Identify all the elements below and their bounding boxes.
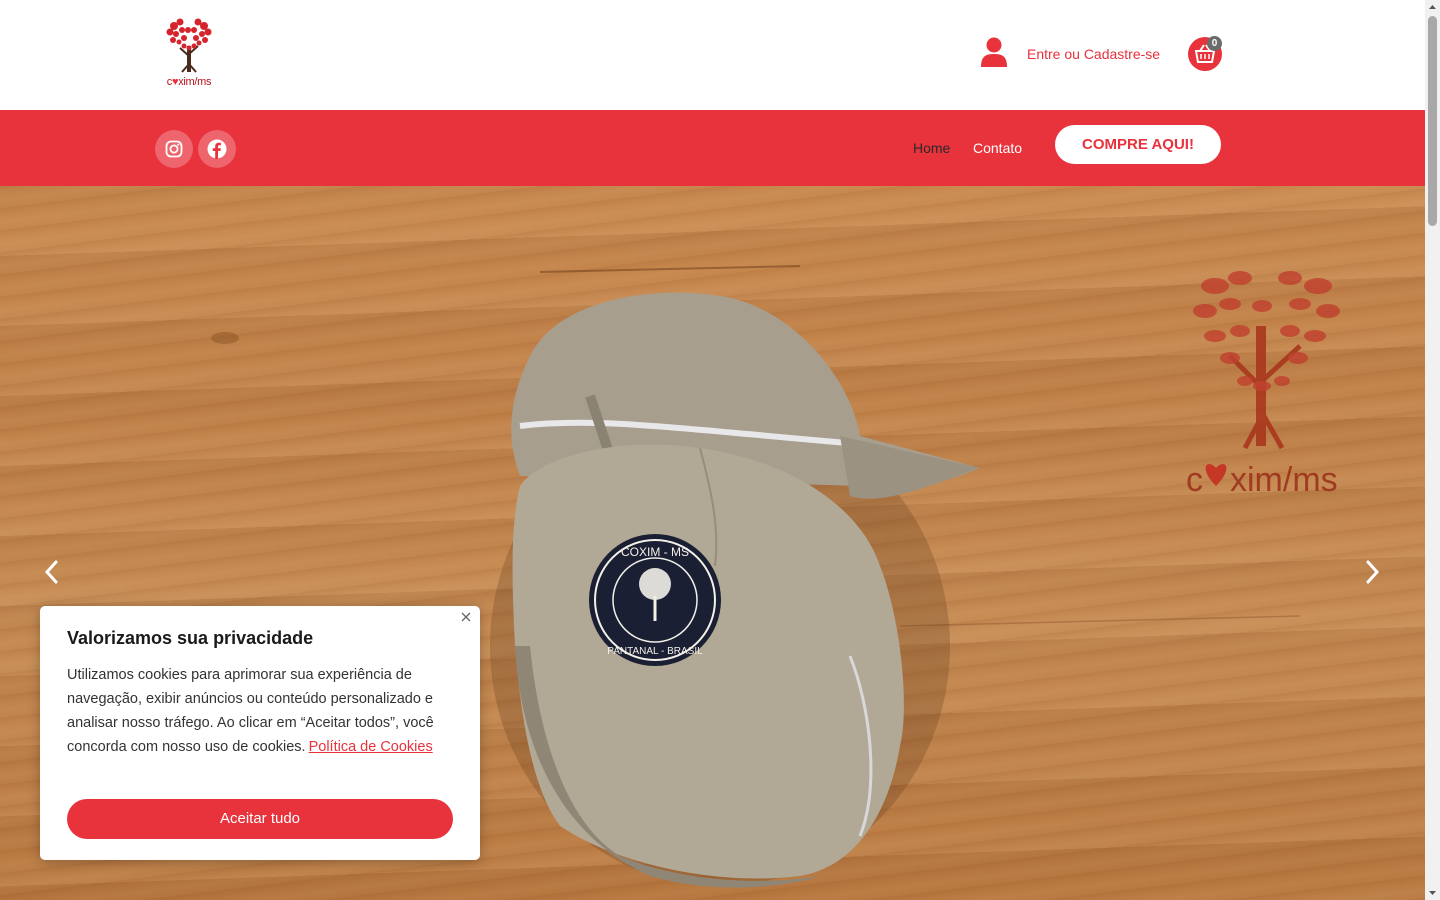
chevron-right-icon — [1366, 560, 1380, 584]
cookie-policy-link[interactable]: Política de Cookies — [309, 739, 433, 755]
scroll-down-arrow-icon[interactable] — [1425, 885, 1440, 900]
user-icon[interactable] — [980, 36, 1008, 68]
instagram-icon — [165, 140, 183, 158]
carousel-next-button[interactable] — [1360, 558, 1384, 586]
logo-text-rest: xim/ms — [178, 76, 212, 88]
chevron-left-icon — [44, 560, 58, 584]
patch-bottom-text: PANTANAL - BRASIL — [607, 646, 703, 657]
accept-all-button[interactable]: Aceitar tudo — [67, 799, 453, 839]
logo-wordmark: c♥xim/ms — [160, 76, 218, 88]
close-icon[interactable] — [458, 609, 474, 625]
nav-contact[interactable]: Contato — [973, 140, 1022, 156]
buy-here-button[interactable]: COMPRE AQUI! — [1055, 125, 1221, 164]
tree-heart-logo-icon — [166, 18, 212, 73]
instagram-link[interactable] — [155, 130, 193, 168]
cookie-body: Utilizamos cookies para aprimorar sua ex… — [67, 663, 459, 759]
patch-top-text: COXIM - MS — [621, 545, 689, 559]
engraved-brand-text: xim/ms — [1230, 461, 1338, 499]
main-nav-bar: Home Contato COMPRE AQUI! — [0, 110, 1425, 186]
cookie-title: Valorizamos sua privacidade — [67, 628, 314, 648]
nav-home[interactable]: Home — [913, 140, 950, 156]
login-register-link[interactable]: Entre ou Cadastre-se — [1027, 46, 1160, 62]
engraved-brand-c: c — [1186, 461, 1203, 499]
carousel-prev-button[interactable] — [40, 558, 64, 586]
cart-count-badge: 0 — [1207, 36, 1222, 51]
facebook-icon — [207, 139, 227, 159]
scroll-up-arrow-icon[interactable] — [1425, 0, 1440, 15]
cookie-consent-dialog: Valorizamos sua privacidade Utilizamos c… — [40, 606, 480, 860]
facebook-link[interactable] — [198, 130, 236, 168]
site-logo[interactable]: c♥xim/ms — [160, 16, 218, 92]
scroll-thumb[interactable] — [1428, 16, 1437, 226]
site-header: c♥xim/ms Entre ou Cadastre-se 0 — [0, 0, 1425, 110]
page-scrollbar[interactable] — [1425, 0, 1440, 900]
